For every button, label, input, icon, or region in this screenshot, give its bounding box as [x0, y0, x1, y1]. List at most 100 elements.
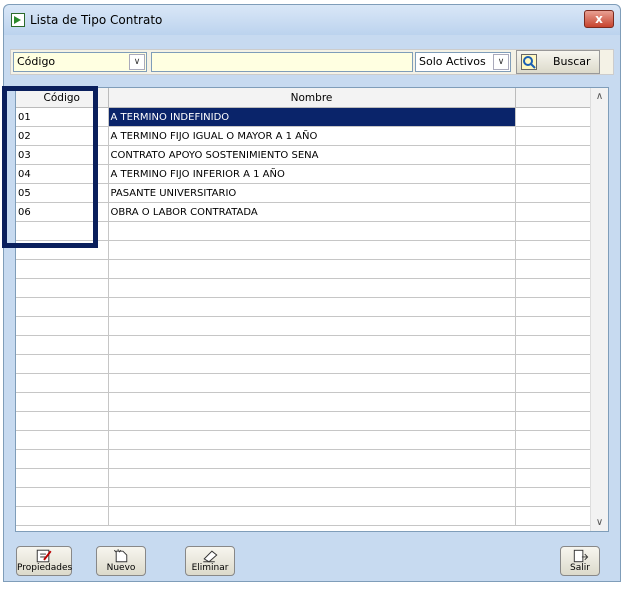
nombre-cell[interactable] [108, 411, 516, 431]
extra-cell[interactable] [515, 107, 593, 127]
nombre-cell[interactable] [108, 221, 516, 241]
nombre-cell[interactable] [108, 392, 516, 412]
nombre-cell[interactable]: A TERMINO INDEFINIDO [108, 107, 516, 127]
codigo-cell[interactable] [16, 335, 109, 355]
extra-cell[interactable] [515, 202, 593, 222]
codigo-cell[interactable] [16, 468, 109, 488]
table-row[interactable]: 01 A TERMINO INDEFINIDO [16, 107, 593, 127]
empty-table-row[interactable] [16, 316, 593, 336]
extra-cell[interactable] [515, 183, 593, 203]
table-row[interactable]: 05 PASANTE UNIVERSITARIO [16, 183, 593, 203]
nombre-cell[interactable] [108, 430, 516, 450]
action-bar: Propiedades Nuevo Eliminar Salir [10, 541, 614, 576]
empty-table-row[interactable] [16, 297, 593, 317]
extra-cell[interactable] [515, 449, 593, 469]
extra-cell[interactable] [515, 316, 593, 336]
search-button-label: Buscar [553, 55, 591, 68]
codigo-cell[interactable] [16, 449, 109, 469]
extra-cell[interactable] [515, 221, 593, 241]
empty-table-row[interactable] [16, 468, 593, 488]
properties-button[interactable]: Propiedades [16, 546, 72, 576]
empty-table-row[interactable] [16, 430, 593, 450]
nombre-cell[interactable] [108, 506, 516, 526]
codigo-cell[interactable] [16, 392, 109, 412]
empty-table-row[interactable] [16, 335, 593, 355]
nombre-cell[interactable] [108, 259, 516, 279]
new-button[interactable]: Nuevo [96, 546, 146, 576]
codigo-cell[interactable] [16, 506, 109, 526]
nombre-cell[interactable] [108, 373, 516, 393]
nombre-cell[interactable] [108, 487, 516, 507]
field-select[interactable]: Código ∨ [13, 52, 147, 72]
nombre-cell[interactable]: A TERMINO FIJO IGUAL O MAYOR A 1 AÑO [108, 126, 516, 146]
empty-table-row[interactable] [16, 278, 593, 298]
vertical-scrollbar[interactable]: ∧ ∨ [590, 88, 608, 531]
codigo-cell[interactable] [16, 487, 109, 507]
codigo-cell[interactable] [16, 373, 109, 393]
extra-cell[interactable] [515, 430, 593, 450]
extra-cell[interactable] [515, 259, 593, 279]
close-button[interactable]: x [584, 10, 614, 28]
nombre-cell[interactable] [108, 449, 516, 469]
scroll-up-icon[interactable]: ∧ [591, 88, 608, 105]
edit-document-icon [36, 549, 52, 563]
extra-cell[interactable] [515, 145, 593, 165]
nombre-cell[interactable] [108, 354, 516, 374]
nombre-cell[interactable] [108, 468, 516, 488]
codigo-cell[interactable] [16, 354, 109, 374]
exit-button[interactable]: Salir [560, 546, 600, 576]
codigo-cell[interactable] [16, 278, 109, 298]
empty-table-row[interactable] [16, 506, 593, 526]
codigo-cell[interactable] [16, 411, 109, 431]
search-input[interactable] [151, 52, 413, 72]
extra-cell[interactable] [515, 278, 593, 298]
empty-table-row[interactable] [16, 373, 593, 393]
table-row[interactable]: 06 OBRA O LABOR CONTRATADA [16, 202, 593, 222]
extra-cell[interactable] [515, 392, 593, 412]
column-header-nombre[interactable]: Nombre [108, 88, 516, 108]
nombre-cell[interactable] [108, 240, 516, 260]
table-row[interactable]: 02 A TERMINO FIJO IGUAL O MAYOR A 1 AÑO [16, 126, 593, 146]
extra-cell[interactable] [515, 297, 593, 317]
nombre-cell[interactable] [108, 278, 516, 298]
empty-table-row[interactable] [16, 411, 593, 431]
empty-table-row[interactable] [16, 259, 593, 279]
extra-cell[interactable] [515, 240, 593, 260]
empty-table-row[interactable] [16, 392, 593, 412]
nombre-cell[interactable] [108, 335, 516, 355]
empty-table-row[interactable] [16, 449, 593, 469]
nombre-cell[interactable] [108, 316, 516, 336]
codigo-cell[interactable] [16, 259, 109, 279]
extra-cell[interactable] [515, 164, 593, 184]
nombre-cell[interactable]: OBRA O LABOR CONTRATADA [108, 202, 516, 222]
extra-cell[interactable] [515, 487, 593, 507]
empty-table-row[interactable] [16, 354, 593, 374]
empty-table-row[interactable] [16, 240, 593, 260]
status-select[interactable]: Solo Activos ∨ [415, 52, 511, 72]
chevron-down-icon[interactable]: ∨ [129, 54, 145, 70]
chevron-down-icon[interactable]: ∨ [493, 54, 509, 70]
codigo-cell[interactable] [16, 430, 109, 450]
client-area: Código ∨ Solo Activos ∨ Buscar Código No… [10, 36, 614, 576]
extra-cell[interactable] [515, 126, 593, 146]
search-button[interactable]: Buscar [516, 50, 600, 74]
empty-table-row[interactable] [16, 487, 593, 507]
nombre-cell[interactable]: CONTRATO APOYO SOSTENIMIENTO SENA [108, 145, 516, 165]
extra-cell[interactable] [515, 354, 593, 374]
table-row[interactable]: 04 A TERMINO FIJO INFERIOR A 1 AÑO [16, 164, 593, 184]
nombre-cell[interactable] [108, 297, 516, 317]
codigo-cell[interactable] [16, 297, 109, 317]
table-row[interactable]: 03 CONTRATO APOYO SOSTENIMIENTO SENA [16, 145, 593, 165]
extra-cell[interactable] [515, 373, 593, 393]
extra-cell[interactable] [515, 468, 593, 488]
contract-type-grid[interactable]: Código Nombre 01 A TERMINO INDEFINIDO 02 A … [15, 87, 609, 532]
scroll-down-icon[interactable]: ∨ [591, 514, 608, 531]
delete-button[interactable]: Eliminar [185, 546, 235, 576]
codigo-cell[interactable] [16, 316, 109, 336]
extra-cell[interactable] [515, 411, 593, 431]
nombre-cell[interactable]: A TERMINO FIJO INFERIOR A 1 AÑO [108, 164, 516, 184]
extra-cell[interactable] [515, 506, 593, 526]
nombre-cell[interactable]: PASANTE UNIVERSITARIO [108, 183, 516, 203]
empty-table-row[interactable] [16, 221, 593, 241]
extra-cell[interactable] [515, 335, 593, 355]
